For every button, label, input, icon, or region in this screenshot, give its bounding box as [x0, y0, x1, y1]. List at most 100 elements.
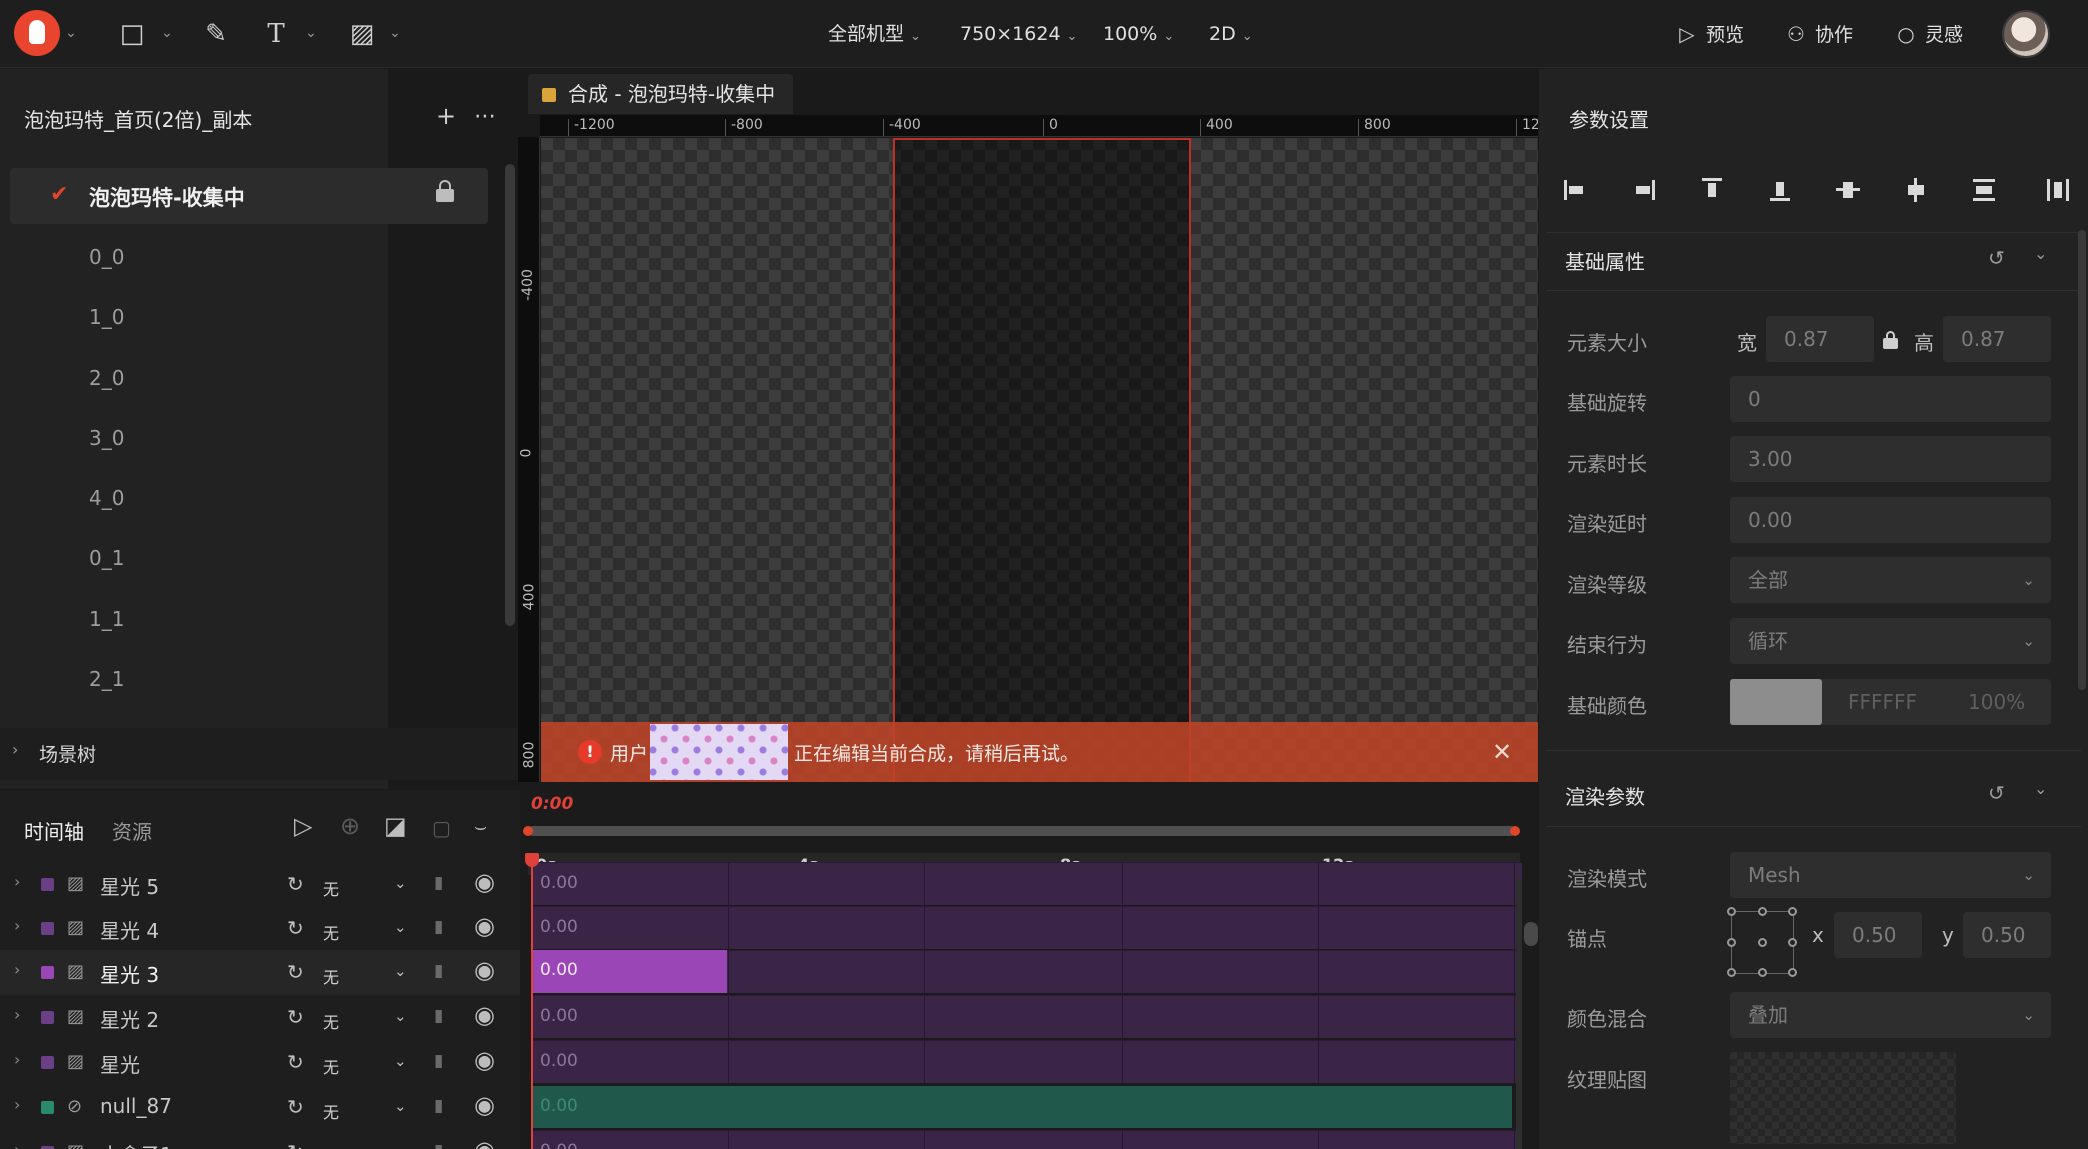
- layer-name[interactable]: 小盒子1: [100, 1139, 173, 1149]
- align-bottom-icon[interactable]: [1766, 176, 1794, 204]
- chevron-down-icon[interactable]: ⌄: [394, 1097, 407, 1115]
- reset-icon[interactable]: ↺: [1988, 781, 2005, 805]
- device-select[interactable]: 全部机型 ⌄: [828, 18, 921, 50]
- rotation-input[interactable]: 0: [1730, 376, 2051, 422]
- color-alpha-input[interactable]: 100%: [1968, 690, 2025, 714]
- track-bar[interactable]: 0.00: [532, 1086, 1512, 1128]
- playhead-handle[interactable]: [525, 853, 539, 867]
- view-mode-select[interactable]: 2D ⌄: [1209, 18, 1253, 50]
- properties-scrollbar[interactable]: [2078, 230, 2086, 690]
- layer-blend-mode[interactable]: 无: [323, 920, 339, 944]
- loop-icon[interactable]: ↻: [287, 960, 304, 984]
- align-right-icon[interactable]: [1630, 176, 1658, 204]
- layer-name[interactable]: 星光 4: [100, 915, 159, 944]
- tracks-scrollbar[interactable]: [1524, 922, 1538, 946]
- lock-icon[interactable]: ▮: [434, 1096, 443, 1116]
- track-bar[interactable]: 0.00: [532, 862, 1522, 905]
- lock-icon[interactable]: ▮: [434, 873, 443, 893]
- play-icon[interactable]: ▷: [294, 812, 312, 840]
- blend-select[interactable]: 叠加 ⌄: [1730, 992, 2051, 1038]
- close-icon[interactable]: ✕: [1492, 738, 1512, 766]
- loop-icon[interactable]: ↻: [287, 1005, 304, 1029]
- lock-icon[interactable]: ▮: [434, 1141, 443, 1149]
- tree-item[interactable]: 1_0: [89, 305, 124, 329]
- selected-clip[interactable]: 0.00: [532, 950, 727, 993]
- layer-blend-mode[interactable]: 无: [323, 1054, 339, 1078]
- curve-editor-icon[interactable]: ◪: [384, 812, 407, 840]
- layer-blend-mode[interactable]: 无: [323, 876, 339, 900]
- layer-blend-mode[interactable]: 无: [323, 1009, 339, 1033]
- chevron-right-icon[interactable]: ›: [14, 916, 20, 935]
- logo-chevron-down-icon[interactable]: ⌄: [62, 22, 80, 44]
- width-input[interactable]: 0.87: [1766, 316, 1874, 362]
- text-chevron-down-icon[interactable]: ⌄: [302, 22, 320, 44]
- duration-input[interactable]: 3.00: [1730, 436, 2051, 482]
- lock-icon[interactable]: ▮: [434, 1051, 443, 1071]
- layer-name[interactable]: 星光 2: [100, 1004, 159, 1033]
- tree-item[interactable]: 1_1: [89, 607, 124, 631]
- range-start-handle[interactable]: [523, 826, 533, 836]
- eye-icon[interactable]: ◉: [474, 956, 495, 984]
- end-behavior-select[interactable]: 循环 ⌄: [1730, 618, 2051, 664]
- distribute-horizontal-icon[interactable]: [2044, 176, 2072, 204]
- tab-timeline[interactable]: 时间轴: [24, 816, 84, 845]
- eye-icon[interactable]: ◉: [474, 868, 495, 896]
- lock-icon[interactable]: ▮: [434, 961, 443, 981]
- lock-icon[interactable]: ▮: [434, 917, 443, 937]
- chevron-down-icon[interactable]: ⌄: [394, 1007, 407, 1025]
- chevron-down-icon[interactable]: ⌄: [394, 1142, 407, 1149]
- chevron-right-icon[interactable]: ›: [14, 1095, 20, 1114]
- chevron-down-icon[interactable]: ⌄: [2034, 244, 2047, 263]
- add-keyframe-icon[interactable]: ⊕: [340, 812, 360, 840]
- lock-icon[interactable]: [436, 180, 454, 202]
- range-end-handle[interactable]: [1510, 826, 1520, 836]
- tree-item[interactable]: 2_1: [89, 667, 124, 691]
- height-input[interactable]: 0.87: [1943, 316, 2051, 362]
- loop-icon[interactable]: ↻: [287, 1095, 304, 1119]
- anchor-x-input[interactable]: 0.50: [1834, 912, 1922, 958]
- align-top-icon[interactable]: [1698, 176, 1726, 204]
- zoom-select[interactable]: 100% ⌄: [1103, 18, 1174, 50]
- inspire-button[interactable]: ○ 灵感: [1893, 18, 1963, 50]
- layer-name[interactable]: null_87: [100, 1094, 172, 1118]
- track-bar[interactable]: 0.00: [532, 995, 1522, 1038]
- loop-icon[interactable]: ↻: [287, 1140, 304, 1149]
- chevron-right-icon[interactable]: ›: [14, 872, 20, 891]
- lock-icon[interactable]: ▮: [434, 1006, 443, 1026]
- color-hex-input[interactable]: FFFFFF: [1848, 690, 1917, 714]
- eye-icon[interactable]: ◉: [474, 1001, 495, 1029]
- tree-item[interactable]: 2_0: [89, 366, 124, 390]
- add-icon[interactable]: +: [436, 102, 456, 130]
- chevron-down-icon[interactable]: ⌄: [2034, 779, 2047, 798]
- image-tool-icon[interactable]: ▨: [344, 16, 380, 52]
- chevron-down-icon[interactable]: ⌄: [394, 962, 407, 980]
- tree-item[interactable]: 0_0: [89, 245, 124, 269]
- layer-blend-mode[interactable]: 无: [323, 964, 339, 988]
- app-logo[interactable]: [14, 10, 60, 56]
- delay-input[interactable]: 0.00: [1730, 497, 2051, 543]
- artboard-frame[interactable]: [893, 138, 1191, 782]
- eye-icon[interactable]: ◉: [474, 912, 495, 940]
- eye-icon[interactable]: ◉: [474, 1091, 495, 1119]
- track-bar[interactable]: 0.00: [532, 906, 1522, 949]
- chevron-down-icon[interactable]: ⌄: [394, 1052, 407, 1070]
- render-mode-select[interactable]: Mesh ⌄: [1730, 852, 2051, 898]
- rectangle-tool-icon[interactable]: □: [114, 16, 150, 52]
- tree-scrollbar[interactable]: [505, 164, 515, 626]
- collapse-icon[interactable]: ⌣: [474, 814, 487, 838]
- chevron-down-icon[interactable]: ⌄: [394, 874, 407, 892]
- resolution-select[interactable]: 750×1624 ⌄: [960, 18, 1077, 50]
- align-left-icon[interactable]: [1562, 176, 1590, 204]
- anchor-y-input[interactable]: 0.50: [1963, 912, 2051, 958]
- more-icon[interactable]: ⋯: [474, 104, 496, 129]
- chevron-right-icon[interactable]: ›: [14, 1050, 20, 1069]
- align-center-horizontal-icon[interactable]: [1902, 176, 1930, 204]
- loop-icon[interactable]: ↻: [287, 916, 304, 940]
- eye-icon[interactable]: ◉: [474, 1136, 495, 1149]
- distribute-vertical-icon[interactable]: [1970, 176, 1998, 204]
- aspect-lock-icon[interactable]: [1883, 331, 1898, 349]
- lock-all-icon[interactable]: ▢: [432, 816, 451, 840]
- render-level-select[interactable]: 全部 ⌄: [1730, 557, 2051, 603]
- track-bar[interactable]: 0.00: [532, 1040, 1522, 1083]
- chevron-right-icon[interactable]: ›: [14, 1140, 20, 1149]
